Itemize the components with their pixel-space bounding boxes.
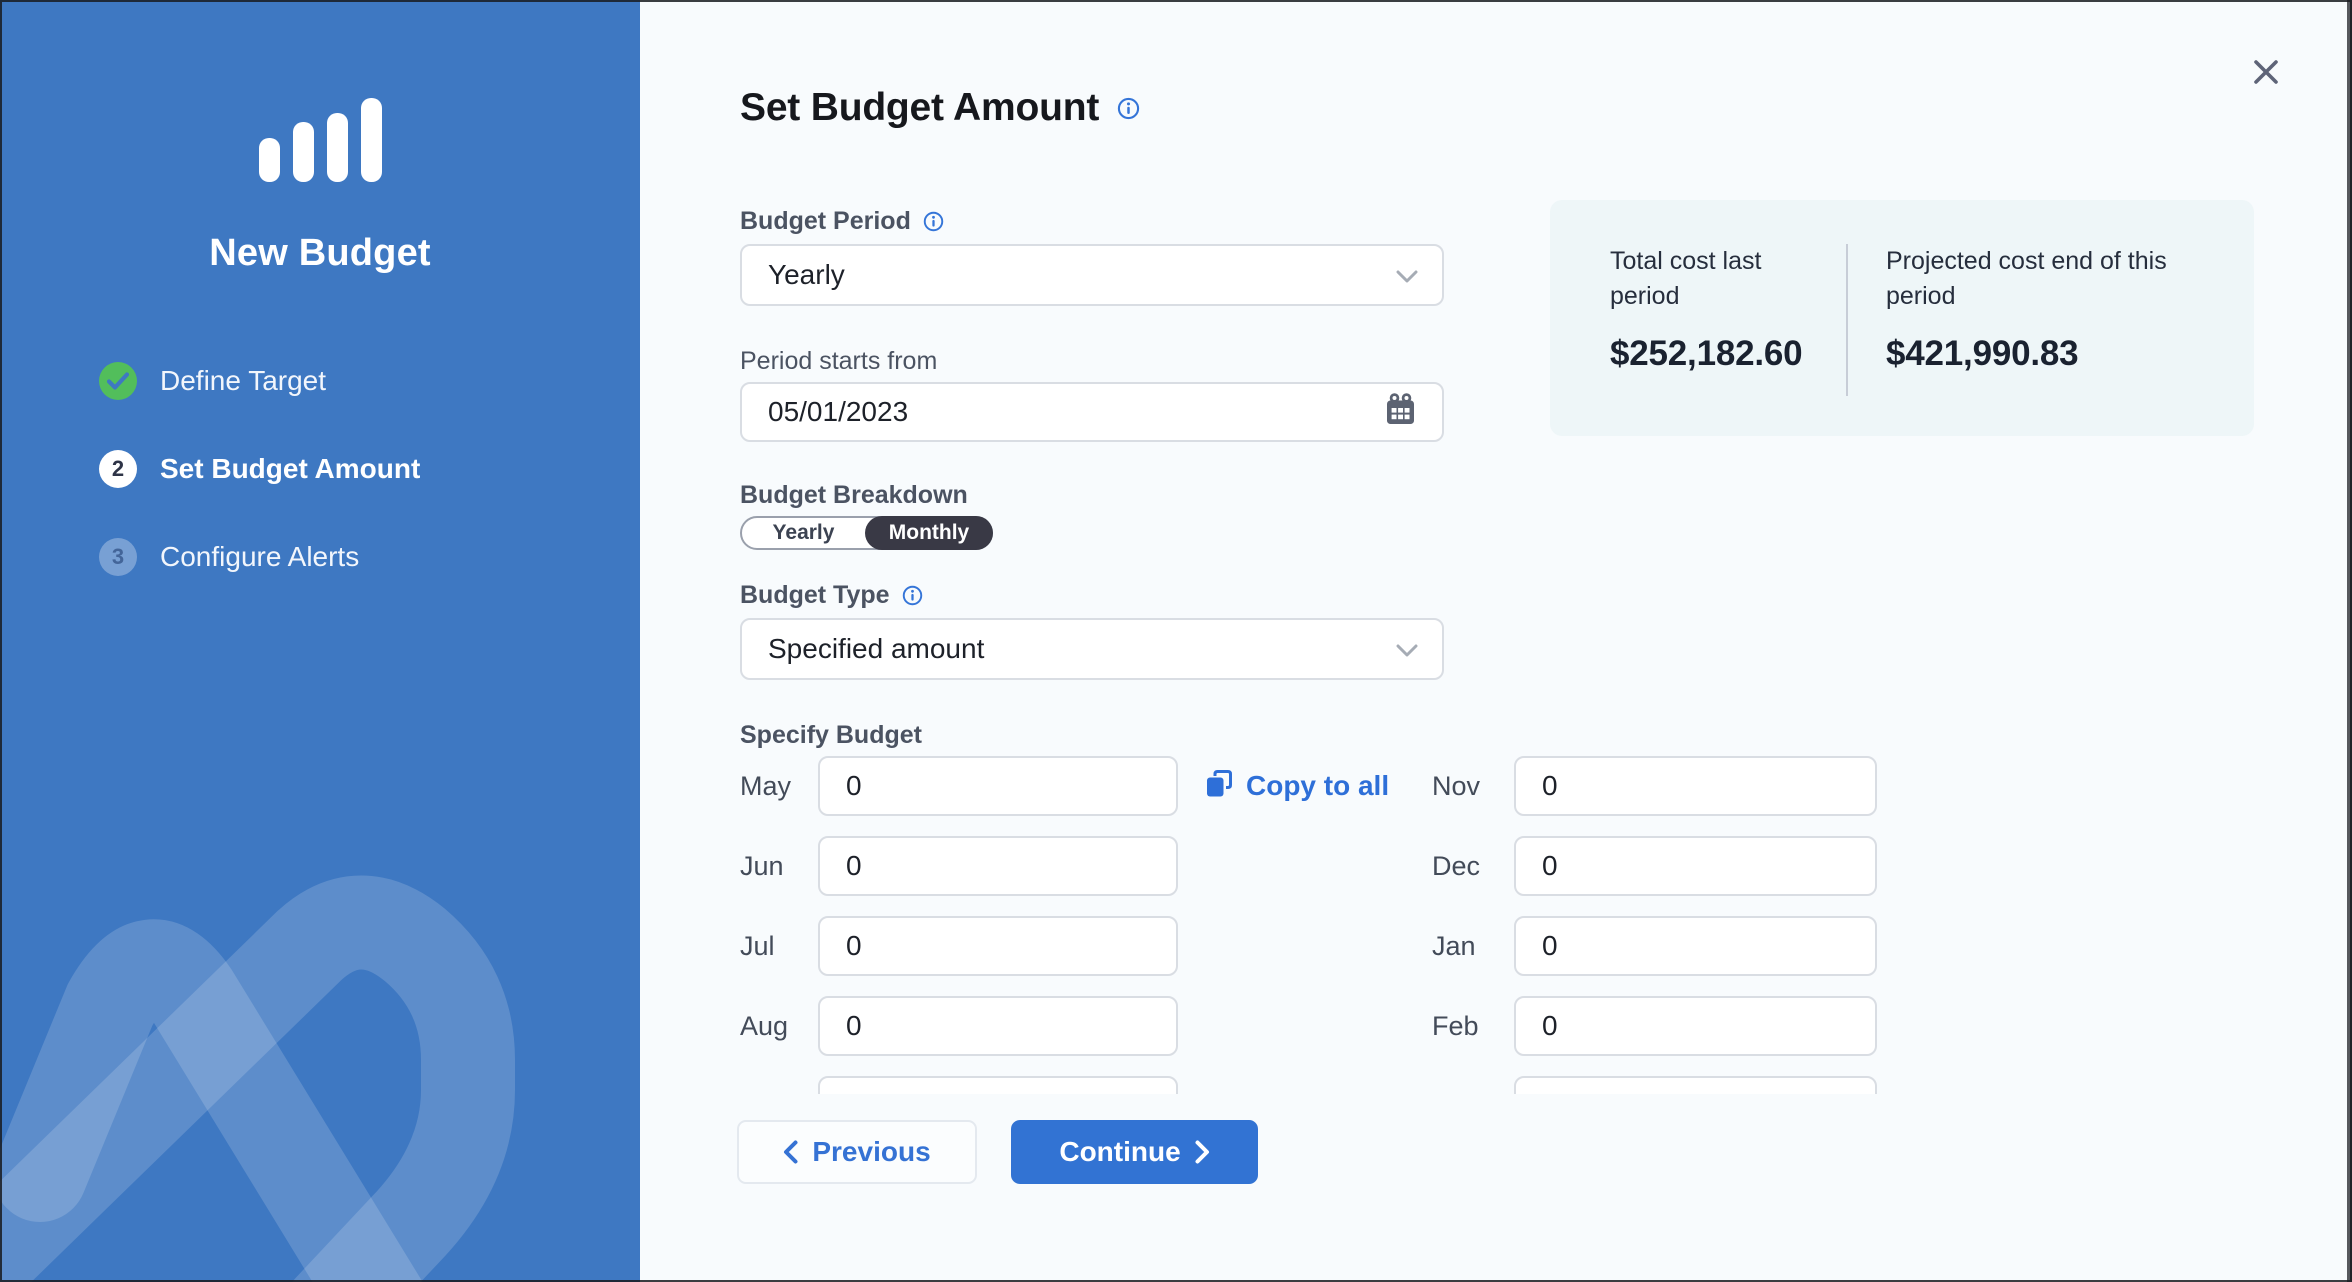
month-label: May [740, 771, 818, 802]
month-label: Aug [740, 1011, 818, 1042]
step-define-target[interactable]: Define Target [99, 362, 640, 400]
month-label: Jun [740, 851, 818, 882]
budget-type-label: Budget Type [740, 581, 890, 610]
step-label: Define Target [160, 365, 326, 397]
copy-icon [1204, 768, 1234, 805]
budget-breakdown-label: Budget Breakdown [740, 481, 968, 510]
budget-type-info-icon[interactable] [902, 585, 923, 606]
cost-summary-card: Total cost last period $252,182.60 Proje… [1550, 200, 2254, 436]
month-amount-input-jun[interactable] [818, 836, 1178, 896]
month-label: Nov [1432, 771, 1514, 802]
copy-to-all-button[interactable]: Copy to all [1178, 768, 1432, 805]
continue-button[interactable]: Continue [1011, 1120, 1258, 1184]
wizard-footer: Previous Continue [737, 1120, 1258, 1184]
month-amount-input-mar[interactable] [1514, 1076, 1877, 1094]
month-amount-input-dec[interactable] [1514, 836, 1877, 896]
total-cost-value: $252,182.60 [1610, 334, 1818, 374]
brand-watermark [0, 745, 640, 1282]
set-budget-amount-panel: Set Budget Amount Budget Period Yearly [640, 0, 2352, 1282]
budget-period-value: Yearly [768, 259, 845, 291]
month-amount-input-jul[interactable] [818, 916, 1178, 976]
month-budget-scroll-area[interactable]: May Copy to all Nov Ju [740, 756, 1880, 1094]
chevron-down-icon [1396, 633, 1418, 665]
month-amount-input-feb[interactable] [1514, 996, 1877, 1056]
month-label: Feb [1432, 1011, 1514, 1042]
bar-chart-logo-icon [0, 98, 640, 182]
period-starts-input[interactable] [740, 382, 1444, 442]
step-configure-alerts[interactable]: 3 Configure Alerts [99, 538, 640, 576]
month-budget-grid: May Copy to all Nov Ju [740, 756, 1880, 1094]
toggle-option-monthly[interactable]: Monthly [865, 516, 993, 550]
month-amount-input-jan[interactable] [1514, 916, 1877, 976]
chevron-right-icon [1195, 1140, 1210, 1164]
month-amount-input-may[interactable] [818, 756, 1178, 816]
step-label: Set Budget Amount [160, 453, 420, 485]
close-icon[interactable] [2246, 52, 2286, 92]
copy-to-all-label: Copy to all [1246, 770, 1389, 802]
budget-period-select[interactable]: Yearly [740, 244, 1444, 306]
step-set-budget-amount[interactable]: 2 Set Budget Amount [99, 450, 640, 488]
month-label: Dec [1432, 851, 1514, 882]
step-label: Configure Alerts [160, 541, 359, 573]
previous-label: Previous [812, 1136, 930, 1168]
wizard-title: New Budget [0, 232, 640, 275]
budget-period-label: Budget Period [740, 207, 911, 236]
continue-label: Continue [1059, 1136, 1180, 1168]
month-label: Sep [740, 1091, 818, 1095]
month-amount-input-sep[interactable] [818, 1076, 1178, 1094]
total-cost-label: Total cost last period [1610, 244, 1818, 314]
step-number-badge: 3 [99, 538, 137, 576]
budget-type-value: Specified amount [768, 633, 984, 665]
check-icon [99, 362, 137, 400]
budget-period-info-icon[interactable] [923, 211, 944, 232]
budget-form: Set Budget Amount Budget Period Yearly [740, 0, 1920, 1094]
month-label: Mar [1432, 1091, 1514, 1095]
period-starts-label: Period starts from [740, 347, 937, 376]
new-budget-modal: New Budget Define Target 2 Set Budget Am… [0, 0, 2352, 1282]
previous-button[interactable]: Previous [737, 1120, 977, 1184]
projected-cost-label: Projected cost end of this period [1886, 244, 2234, 314]
month-amount-input-nov[interactable] [1514, 756, 1877, 816]
toggle-option-yearly[interactable]: Yearly [742, 518, 865, 548]
month-label: Jan [1432, 931, 1514, 962]
page-title: Set Budget Amount [740, 86, 1099, 130]
budget-type-select[interactable]: Specified amount [740, 618, 1444, 680]
calendar-icon[interactable] [1385, 393, 1416, 431]
step-number-badge: 2 [99, 450, 137, 488]
specify-budget-label: Specify Budget [740, 721, 922, 750]
month-amount-input-aug[interactable] [818, 996, 1178, 1056]
budget-breakdown-toggle: Yearly Monthly [740, 516, 993, 550]
title-info-icon[interactable] [1117, 97, 1140, 120]
wizard-sidebar: New Budget Define Target 2 Set Budget Am… [0, 0, 640, 1282]
chevron-left-icon [783, 1140, 798, 1164]
wizard-steps: Define Target 2 Set Budget Amount 3 Conf… [0, 362, 640, 576]
projected-cost-value: $421,990.83 [1886, 334, 2234, 374]
chevron-down-icon [1396, 259, 1418, 291]
month-label: Jul [740, 931, 818, 962]
